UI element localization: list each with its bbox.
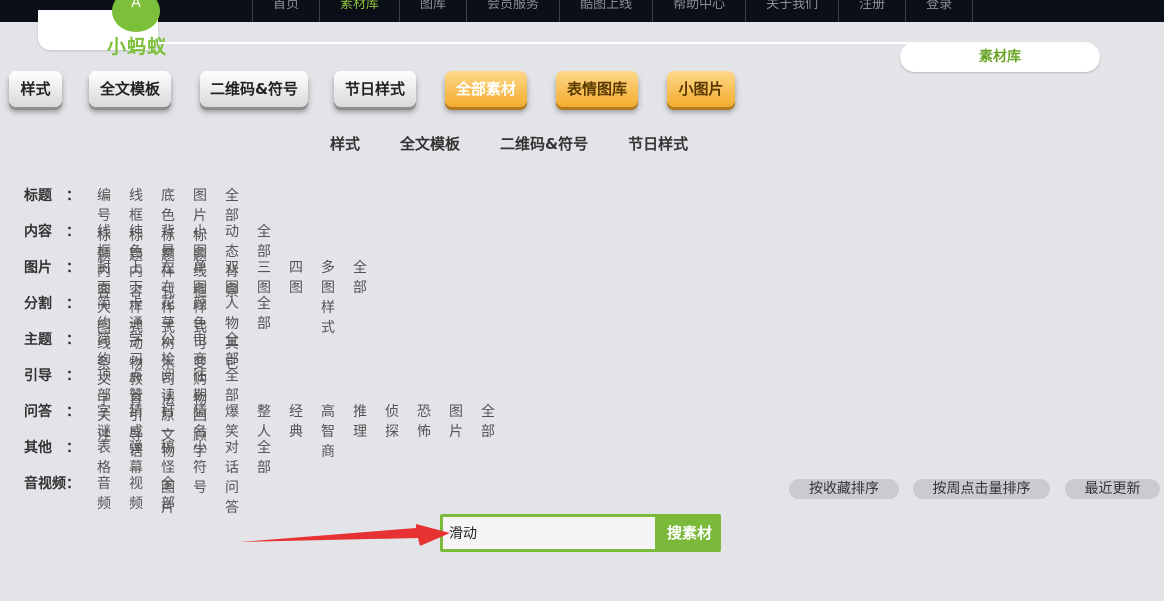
section-badge: 素材库 (900, 42, 1100, 72)
category-colon: ： (66, 188, 80, 204)
nav-item-help[interactable]: 帮助中心 (652, 0, 745, 22)
tab-qrcode-symbol[interactable]: 二维码&符号 (200, 71, 308, 107)
tab-style[interactable]: 样式 (9, 71, 62, 107)
category-link[interactable]: 全部 (161, 473, 175, 513)
category-name: 主题 (24, 332, 52, 348)
category-link[interactable]: 多图样式 (321, 257, 335, 337)
category-colon: ： (66, 368, 80, 384)
category-colon: ： (66, 440, 80, 456)
category-name: 音视频 (24, 476, 66, 492)
sort-by-weekly-clicks-button[interactable]: 按周点击量排序 (913, 479, 1050, 499)
search-button[interactable]: 搜素材 (658, 514, 721, 552)
category-link[interactable]: 音频 (97, 473, 111, 513)
category-link[interactable]: 对话问答 (225, 437, 239, 517)
category-label: 标题 ： (24, 185, 90, 205)
nav-item-home[interactable]: 首页 (252, 0, 319, 22)
category-link[interactable]: 小符号 (193, 437, 207, 517)
category-link[interactable]: 全部 (353, 257, 367, 337)
red-arrow-icon (240, 524, 450, 546)
category-colon: ： (66, 476, 80, 492)
category-colon: ： (66, 296, 80, 312)
category-colon: ： (66, 404, 80, 420)
subtab-style[interactable]: 样式 (330, 133, 360, 154)
category-link[interactable]: 图片 (449, 401, 463, 461)
sort-by-favorites-button[interactable]: 按收藏排序 (789, 479, 899, 499)
category-name: 分割 (24, 296, 52, 312)
category-label: 其他 ： (24, 437, 90, 457)
tab-all-materials[interactable]: 全部素材 (445, 71, 527, 107)
category-colon: ： (66, 260, 80, 276)
logo[interactable]: A 小蚂蚁 (38, 0, 166, 58)
category-link[interactable]: 全部 (481, 401, 495, 461)
logo-ant-icon: A (112, 0, 160, 32)
category-label: 引导 ： (24, 365, 90, 385)
category-link[interactable]: 视频 (129, 473, 143, 513)
nav-item-about[interactable]: 关于我们 (745, 0, 838, 22)
category-link[interactable]: 全部 (257, 437, 271, 517)
logo-text: 小蚂蚁 (106, 36, 167, 58)
subtab-holiday-style[interactable]: 节日样式 (628, 133, 688, 154)
nav-item-login[interactable]: 登录 (905, 0, 974, 22)
category-name: 内容 (24, 224, 52, 240)
category-link[interactable]: 高智商 (321, 401, 335, 461)
nav-item-register[interactable]: 注册 (838, 0, 905, 22)
category-link[interactable]: 侦探 (385, 401, 399, 461)
category-link[interactable]: 四图 (289, 257, 303, 337)
category-link[interactable]: 全部 (257, 293, 271, 373)
search-input[interactable] (443, 517, 655, 549)
tab-full-template[interactable]: 全文模板 (89, 71, 171, 107)
search-box: 搜素材 (440, 514, 721, 552)
category-label: 主题 ： (24, 329, 90, 349)
category-label: 分割 ： (24, 293, 90, 313)
tab-small-images[interactable]: 小图片 (667, 71, 735, 107)
category-name: 其他 (24, 440, 52, 456)
top-nav: 首页 素材库 图库 会员服务 酷图上线 帮助中心 关于我们 注册 登录 (252, 0, 974, 22)
category-label: 问答 ： (24, 401, 90, 421)
tab-holiday-style[interactable]: 节日样式 (334, 71, 416, 107)
category-name: 引导 (24, 368, 52, 384)
sub-tabs: 样式 全文模板 二维码&符号 节日样式 (330, 133, 688, 154)
nav-item-online[interactable]: 酷图上线 (559, 0, 652, 22)
category-link[interactable]: 经典 (289, 401, 303, 461)
category-label: 图片 ： (24, 257, 90, 277)
category-colon: ： (66, 332, 80, 348)
category-label: 内容 ： (24, 221, 90, 241)
subtab-qrcode-symbol[interactable]: 二维码&符号 (500, 133, 588, 154)
category-colon: ： (66, 224, 80, 240)
category-link[interactable]: 推理 (353, 401, 367, 461)
category-link[interactable]: 恐怖 (417, 401, 431, 461)
category-name: 标题 (24, 188, 52, 204)
nav-item-materials[interactable]: 素材库 (319, 0, 399, 22)
nav-item-member[interactable]: 会员服务 (466, 0, 559, 22)
category-label: 音视频： (24, 473, 90, 493)
sort-by-latest-button[interactable]: 最近更新 (1065, 479, 1160, 499)
tab-emoji-gallery[interactable]: 表情图库 (556, 71, 638, 107)
category-items: 音频 视频 全部 (97, 473, 175, 513)
category-name: 问答 (24, 404, 52, 420)
nav-item-gallery[interactable]: 图库 (399, 0, 466, 22)
subtab-full-template[interactable]: 全文模板 (400, 133, 460, 154)
header-divider (158, 42, 918, 44)
category-name: 图片 (24, 260, 52, 276)
